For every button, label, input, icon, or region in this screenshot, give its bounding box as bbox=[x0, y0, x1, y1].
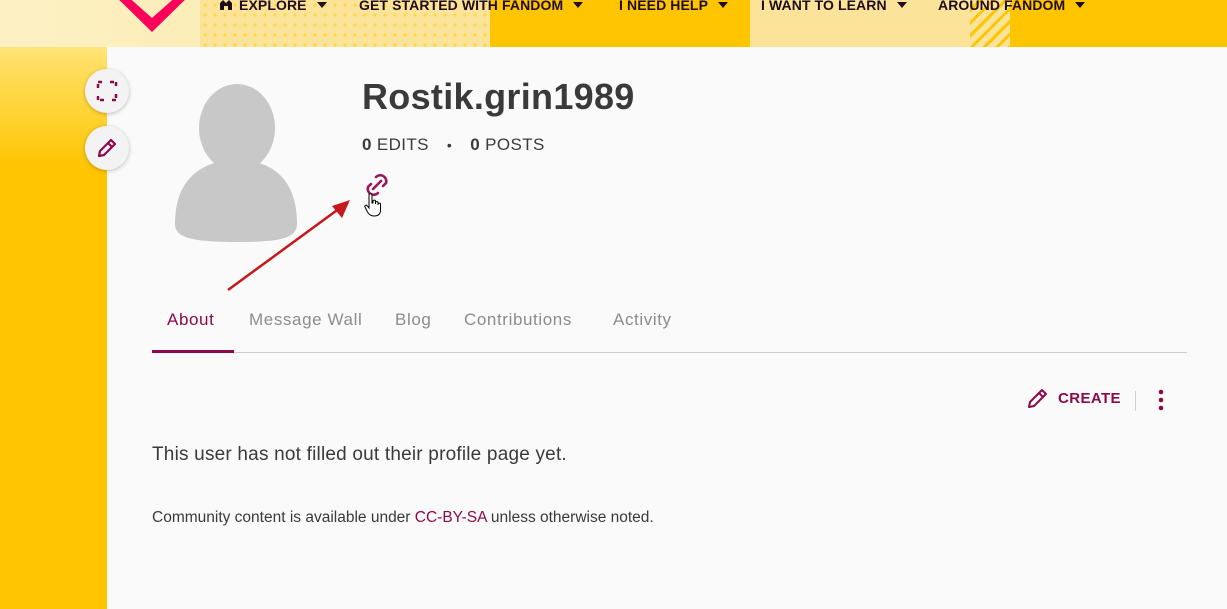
active-tab-indicator bbox=[152, 350, 234, 353]
posts-label: POSTS bbox=[485, 135, 545, 154]
expand-icon bbox=[96, 80, 118, 102]
nav-item-label: EXPLORE bbox=[239, 0, 307, 13]
license-suffix: unless otherwise noted. bbox=[486, 509, 654, 526]
nav-item-label: I NEED HELP bbox=[619, 0, 709, 13]
posts-count: 0 bbox=[470, 135, 481, 154]
nav-get-started[interactable]: GET STARTED WITH FANDOM bbox=[359, 0, 584, 13]
global-navigation: EXPLORE GET STARTED WITH FANDOM I NEED H… bbox=[0, 0, 1227, 47]
nav-i-need-help[interactable]: I NEED HELP bbox=[619, 0, 729, 13]
nav-item-label: I WANT TO LEARN bbox=[761, 0, 887, 13]
profile-stats: 0 EDITS • 0 POSTS bbox=[362, 135, 545, 155]
nav-explore[interactable]: EXPLORE bbox=[219, 0, 327, 13]
pencil-icon bbox=[97, 138, 117, 158]
license-prefix: Community content is available under bbox=[152, 509, 415, 526]
stats-separator: • bbox=[446, 137, 453, 153]
tab-about[interactable]: About bbox=[167, 310, 214, 330]
pencil-icon bbox=[1028, 389, 1047, 408]
license-note: Community content is available under CC-… bbox=[152, 509, 654, 527]
tab-blog[interactable]: Blog bbox=[395, 310, 431, 330]
create-button[interactable]: CREATE bbox=[1026, 386, 1121, 410]
fandom-heart-icon bbox=[220, 0, 232, 10]
tab-message-wall[interactable]: Message Wall bbox=[249, 310, 362, 330]
username-heading: Rostik.grin1989 bbox=[362, 76, 635, 117]
empty-profile-message: This user has not filled out their profi… bbox=[152, 444, 567, 465]
hand-cursor-icon bbox=[364, 193, 381, 217]
nav-item-label: GET STARTED WITH FANDOM bbox=[359, 0, 564, 13]
tab-activity[interactable]: Activity bbox=[613, 310, 672, 330]
tab-contributions[interactable]: Contributions bbox=[464, 310, 572, 330]
chevron-down-icon bbox=[316, 2, 327, 8]
nav-i-want-to-learn[interactable]: I WANT TO LEARN bbox=[761, 0, 907, 13]
nav-around-fandom[interactable]: AROUND FANDOM bbox=[938, 0, 1086, 13]
create-label: CREATE bbox=[1058, 389, 1121, 407]
nav-item-label: AROUND FANDOM bbox=[938, 0, 1066, 13]
more-options-icon[interactable] bbox=[1153, 389, 1169, 411]
edit-profile-button[interactable] bbox=[85, 126, 129, 170]
chevron-down-icon bbox=[896, 2, 907, 8]
chevron-down-icon bbox=[1075, 2, 1086, 8]
chevron-down-icon bbox=[718, 2, 729, 8]
license-link[interactable]: CC-BY-SA bbox=[415, 509, 487, 526]
edits-count: 0 bbox=[362, 135, 372, 154]
fandom-logo[interactable] bbox=[107, 0, 197, 32]
profile-tabs: About Message Wall Blog Contributions Ac… bbox=[152, 300, 1187, 353]
fullscreen-button[interactable] bbox=[85, 69, 129, 113]
toolbar-divider bbox=[1135, 391, 1136, 411]
chevron-down-icon bbox=[573, 2, 584, 8]
edits-label: EDITS bbox=[376, 135, 429, 154]
annotation-arrow bbox=[227, 200, 350, 292]
